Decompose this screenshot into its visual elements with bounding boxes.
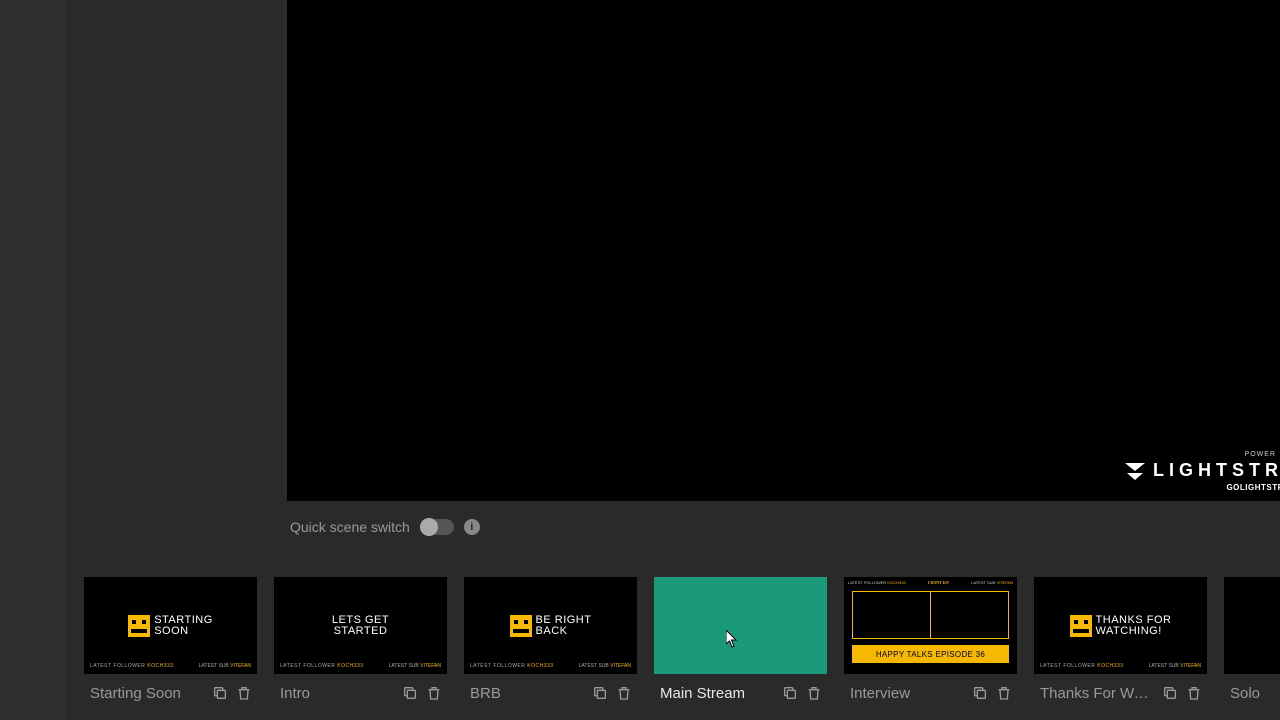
cursor-icon <box>726 630 738 648</box>
scene-thumbnail[interactable]: BE RIGHTBACK LATEST FOLLOWER KOCH333 LATES… <box>464 577 637 674</box>
duplicate-icon[interactable] <box>591 684 609 702</box>
scene-label: Thanks For Wa… <box>1040 685 1155 702</box>
scene-card[interactable]: BE RIGHTBACK LATEST FOLLOWER KOCH333 LATES… <box>464 577 637 707</box>
bug-title: LIGHTSTRE <box>1153 460 1280 481</box>
thumb-footer-right: LATEST SUB VITEFAN <box>199 663 251 669</box>
scene-thumbnail[interactable]: THANKS FORWATCHING! LATEST FOLLOWER KOCH3… <box>1034 577 1207 674</box>
info-icon[interactable]: i <box>464 519 480 535</box>
scene-thumbnail[interactable] <box>1224 577 1280 674</box>
delete-icon[interactable] <box>805 684 823 702</box>
quick-scene-switch-toggle[interactable] <box>420 519 454 535</box>
duplicate-icon[interactable] <box>971 684 989 702</box>
bug-caption: POWER <box>1100 451 1276 458</box>
scene-caption-bar: Intro <box>274 674 447 704</box>
scene-thumbnail[interactable]: STARTINGSOON LATEST FOLLOWER KOCH333 LATES… <box>84 577 257 674</box>
scene-thumbnail[interactable]: LETS GETSTARTED LATEST FOLLOWER KOCH333 LA… <box>274 577 447 674</box>
scene-label: BRB <box>470 685 585 702</box>
scene-caption-bar: Interview <box>844 674 1017 704</box>
scene-label: Starting Soon <box>90 685 205 702</box>
delete-icon[interactable] <box>425 684 443 702</box>
scene-label: Solo <box>1230 685 1280 702</box>
scene-card[interactable]: THANKS FORWATCHING! LATEST FOLLOWER KOCH3… <box>1034 577 1207 707</box>
duplicate-icon[interactable] <box>211 684 229 702</box>
scene-card[interactable]: Main Stream <box>654 577 827 707</box>
thumb-text: BE RIGHTBACK <box>536 615 592 637</box>
duplicate-icon[interactable] <box>1161 684 1179 702</box>
scene-card[interactable]: Solo <box>1224 577 1280 707</box>
scene-label: Intro <box>280 685 395 702</box>
brand-face-icon <box>128 615 150 637</box>
interview-banner: HAPPY TALKS EPISODE 36 <box>852 645 1009 663</box>
thumb-footer-left: LATEST FOLLOWER KOCH333 <box>280 663 364 669</box>
bug-subtitle: GOLIGHTSTREA <box>1100 483 1280 492</box>
thumb-footer-right: LATEST SUB VITEFAN <box>1149 663 1201 669</box>
thumb-text: THANKS FORWATCHING! <box>1096 615 1172 637</box>
thumb-text: LETS GETSTARTED <box>332 615 389 637</box>
lightstream-logo-icon <box>1123 461 1147 481</box>
thumb-footer-left: LATEST FOLLOWER KOCH333 <box>1040 663 1124 669</box>
quick-scene-switch-row: Quick scene switch i <box>290 519 480 535</box>
scene-caption-bar: Main Stream <box>654 674 827 704</box>
delete-icon[interactable] <box>995 684 1013 702</box>
delete-icon[interactable] <box>235 684 253 702</box>
scene-caption-bar: Solo <box>1224 674 1280 704</box>
preview-pane: POWER LIGHTSTRE GOLIGHTSTREA <box>287 0 1280 501</box>
scene-caption-bar: Thanks For Wa… <box>1034 674 1207 704</box>
thumb-footer-right: LATEST SUB VITEFAN <box>579 663 631 669</box>
scene-caption-bar: BRB <box>464 674 637 704</box>
thumb-footer-left: LATEST FOLLOWER KOCH333 <box>90 663 174 669</box>
scene-label: Interview <box>850 685 965 702</box>
thumb-footer-left: LATEST FOLLOWER KOCH333 <box>470 663 554 669</box>
scene-card[interactable]: STARTINGSOON LATEST FOLLOWER KOCH333 LATES… <box>84 577 257 707</box>
scenes-strip: STARTINGSOON LATEST FOLLOWER KOCH333 LATES… <box>84 577 1280 707</box>
scene-card[interactable]: LATEST FOLLOWER KOCH333I DONT KNLATEST S… <box>844 577 1017 707</box>
watermark-bug: POWER LIGHTSTRE GOLIGHTSTREA <box>1100 421 1280 501</box>
delete-icon[interactable] <box>615 684 633 702</box>
scene-thumbnail[interactable]: LATEST FOLLOWER KOCH333I DONT KNLATEST S… <box>844 577 1017 674</box>
thumb-footer-right: LATEST SUB VITEFAN <box>389 663 441 669</box>
interview-frames <box>852 591 1009 639</box>
scene-caption-bar: Starting Soon <box>84 674 257 704</box>
brand-face-icon <box>510 615 532 637</box>
thumb-header: LATEST FOLLOWER KOCH333I DONT KNLATEST S… <box>848 580 1013 585</box>
quick-scene-switch-label: Quick scene switch <box>290 519 410 535</box>
scene-thumbnail[interactable] <box>654 577 827 674</box>
brand-face-icon <box>1070 615 1092 637</box>
left-sidebar <box>0 0 66 720</box>
delete-icon[interactable] <box>1185 684 1203 702</box>
duplicate-icon[interactable] <box>401 684 419 702</box>
scene-label: Main Stream <box>660 685 775 702</box>
scene-card[interactable]: LETS GETSTARTED LATEST FOLLOWER KOCH333 LA… <box>274 577 447 707</box>
thumb-text: STARTINGSOON <box>154 615 213 637</box>
duplicate-icon[interactable] <box>781 684 799 702</box>
